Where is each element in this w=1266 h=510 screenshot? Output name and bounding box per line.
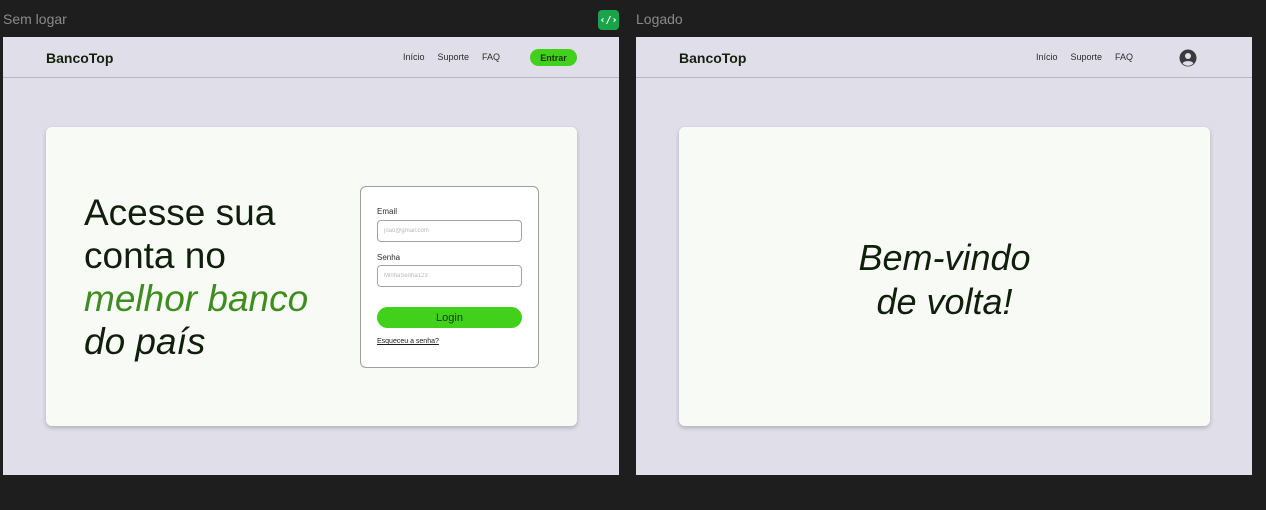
login-button[interactable]: Login [377,307,522,328]
user-circle-icon[interactable] [1179,49,1197,67]
nav-link-suporte[interactable]: Suporte [438,52,470,62]
brand-logo[interactable]: BancoTop [46,50,113,66]
forgot-password-link[interactable]: Esqueceu a senha? [377,338,439,345]
frame-label-logged-out: Sem logar [3,11,67,27]
hero-line-4: do país [84,321,206,362]
login-card: Acesse sua conta no melhor banco do país… [46,127,577,426]
brand-logo[interactable]: BancoTop [679,50,746,66]
password-label: Senha [377,253,401,262]
code-icon[interactable]: ‹/› [598,10,619,30]
nav-link-inicio[interactable]: Início [403,52,425,62]
frame-logged-in: BancoTop Início Suporte FAQ Bem-vindo de… [636,37,1252,475]
welcome-card: Bem-vindo de volta! [679,127,1210,426]
welcome-message: Bem-vindo de volta! [679,236,1210,324]
hero-line-3: melhor banco [84,278,309,319]
hero-line-2: conta no [84,235,226,276]
nav-link-faq[interactable]: FAQ [482,52,500,62]
nav-links: Início Suporte FAQ [1036,52,1133,62]
email-field[interactable] [377,220,522,242]
enter-button[interactable]: Entrar [530,49,577,66]
password-field[interactable] [377,265,522,287]
nav-link-faq[interactable]: FAQ [1115,52,1133,62]
nav-link-suporte[interactable]: Suporte [1071,52,1103,62]
navbar: BancoTop Início Suporte FAQ [636,37,1252,78]
navbar: BancoTop Início Suporte FAQ Entrar [3,37,619,78]
hero-headline: Acesse sua conta no melhor banco do país [84,191,308,363]
frame-logged-out: BancoTop Início Suporte FAQ Entrar Acess… [3,37,619,475]
hero-line-1: Acesse sua [84,192,276,233]
welcome-line-1: Bem-vindo [858,237,1031,278]
nav-links: Início Suporte FAQ [403,52,500,62]
nav-link-inicio[interactable]: Início [1036,52,1058,62]
login-form: Email Senha Login Esqueceu a senha? [360,186,539,368]
frame-label-logged-in: Logado [636,11,683,27]
welcome-line-2: de volta! [876,281,1013,322]
email-label: Email [377,207,398,216]
